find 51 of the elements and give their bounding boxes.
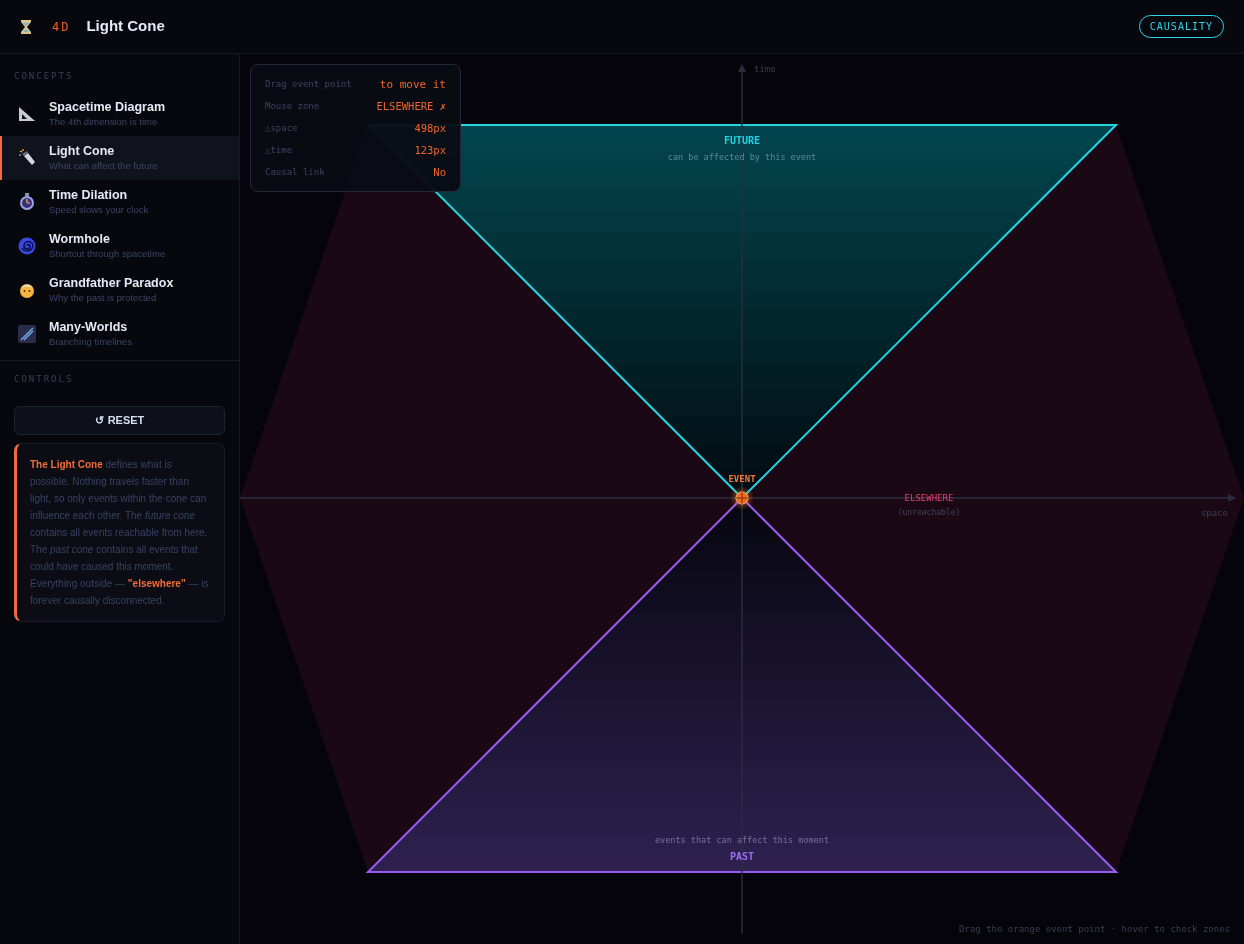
flashlight-icon (18, 148, 36, 167)
nav-title: Light Cone (49, 143, 116, 159)
nav-subtitle: Why the past is protected (49, 290, 158, 304)
nav-subtitle: Speed slows your clock (49, 202, 149, 216)
app-title: Light Cone (86, 16, 165, 37)
nav-title: Grandfather Paradox (49, 275, 174, 291)
nav-item[interactable]: Spacetime Diagram The 4th dimension is time (0, 91, 239, 136)
readout-label: △time (265, 144, 293, 158)
section-heading: CONTROLS (13, 372, 75, 386)
past-caption: events that can affect this moment (655, 835, 829, 845)
elsewhere-label: ELSEWHERE (904, 493, 954, 503)
stopwatch-icon (19, 192, 35, 211)
event-point[interactable] (730, 486, 754, 510)
readout-label: Mouse zone (265, 100, 320, 114)
nav-title: Wormhole (49, 231, 111, 247)
readout-value: 498px (414, 121, 446, 137)
readout-label: Drag event point (265, 78, 352, 92)
spiral-icon (18, 236, 36, 255)
nav-item[interactable]: Wormhole Shortcut through spacetime (0, 223, 239, 268)
readout-value: to move it (379, 76, 446, 93)
streaks-icon (18, 324, 36, 343)
future-caption: can be affected by this event (667, 152, 817, 162)
nav-title: Many-Worlds (49, 319, 129, 335)
hourglass-icon (20, 19, 32, 34)
readout-value: No (433, 165, 446, 181)
hint-text: Drag the orange event point · hover to check zones (959, 924, 1230, 934)
readout-value: 123px (414, 143, 446, 159)
readout-label: △space (265, 122, 298, 136)
elsewhere-caption: (unreachable) (897, 508, 961, 517)
reset-icon: ↺ (94, 412, 104, 429)
section-heading: CONCEPTS (13, 70, 75, 83)
logo-text: 4D (52, 18, 71, 36)
reset-button[interactable]: ↺ RESET (14, 406, 225, 435)
nav-item[interactable]: Time Dilation Speed slows your clock (0, 179, 239, 224)
axis-label: time (754, 64, 776, 74)
readout-label: Causal link (265, 166, 325, 180)
nav-title: Spacetime Diagram (49, 99, 166, 115)
event-label: EVENT (728, 474, 756, 484)
nav-item[interactable]: Grandfather Paradox Why the past is protected (0, 267, 239, 312)
past-label: PAST (729, 851, 755, 862)
nav-item[interactable]: Many-Worlds Branching timelines (0, 311, 239, 356)
nav-subtitle: Shortcut through spacetime (49, 246, 166, 260)
nav-title: Time Dilation (49, 187, 129, 203)
nav-subtitle: The 4th dimension is time (49, 114, 159, 128)
info-text: The Light Cone defines what is possible. Nothing travels faster than light, so only events within the cone can influence each other. The future cone contains all events reachable from here. The past cone contains all events that could have caused this moment. Everything outside — "elsewhere" — is forever causally disconnected. (14, 443, 225, 622)
readout-value: ELSEWHERE ✗ (376, 99, 446, 115)
nav-item[interactable]: Light Cone What can affect the future (0, 135, 239, 180)
axis-label: space (1200, 508, 1228, 518)
future-label: FUTURE (723, 135, 761, 146)
nav-subtitle: Branching timelines (49, 334, 132, 348)
nav-subtitle: What can affect the future (49, 158, 158, 172)
